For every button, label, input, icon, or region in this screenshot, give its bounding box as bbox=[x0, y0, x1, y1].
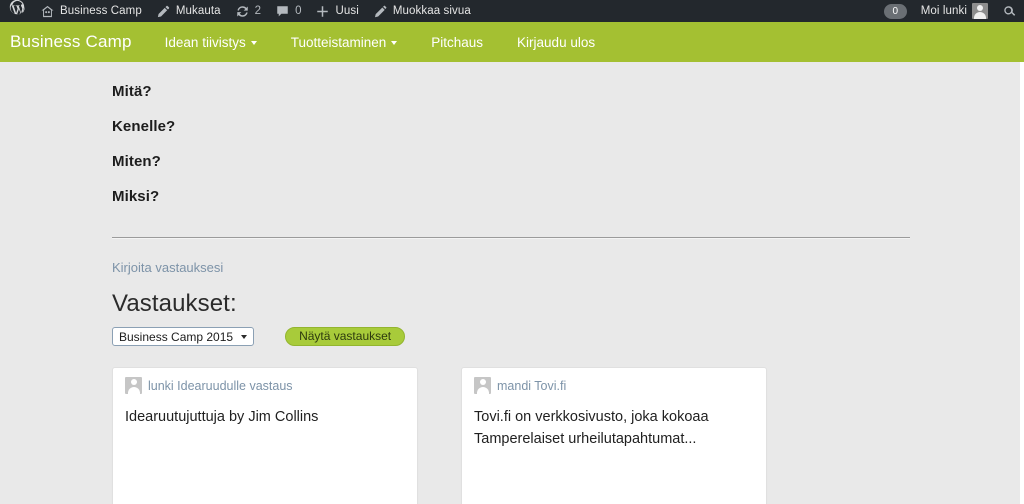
question-kenelle: Kenelle? bbox=[112, 118, 176, 135]
admin-bar-comments[interactable]: 0 bbox=[268, 0, 308, 22]
content-inner: Mitä? Kenelle? Miten? Miksi? Kirjoita va… bbox=[0, 62, 1020, 504]
admin-bar-notifications[interactable]: 0 bbox=[877, 0, 914, 22]
answer-body: Tovi.fi on verkkosivusto, joka kokoaa Ta… bbox=[474, 409, 709, 447]
question-miksi: Miksi? bbox=[112, 188, 160, 205]
write-answer-link[interactable]: Kirjoita vastauksesi bbox=[112, 260, 223, 275]
dashboard-icon bbox=[40, 4, 55, 19]
section-divider bbox=[112, 237, 910, 239]
chevron-down-icon bbox=[241, 334, 248, 339]
scroll-gutter bbox=[1020, 62, 1024, 504]
nav-item-idean-tiivistys[interactable]: Idean tiivistys bbox=[148, 35, 274, 50]
admin-bar-my-account[interactable]: Moi lunki bbox=[914, 0, 995, 22]
answers-list: lunki Idearuudulle vastaus Idearuutujutt… bbox=[112, 367, 1020, 504]
admin-bar-new-content[interactable]: Uusi bbox=[308, 0, 365, 22]
page-root: Business Camp Mukauta 2 0 Uusi Muokkaa s… bbox=[0, 0, 1024, 504]
wp-admin-bar: Business Camp Mukauta 2 0 Uusi Muokkaa s… bbox=[0, 0, 1024, 22]
edit-pencil-icon bbox=[373, 4, 388, 19]
question-miten: Miten? bbox=[112, 153, 161, 170]
answer-author-link[interactable]: mandi Tovi.fi bbox=[497, 379, 566, 393]
notifications-count: 0 bbox=[883, 3, 907, 19]
admin-bar-site-name[interactable]: Business Camp bbox=[33, 0, 149, 22]
answer-card[interactable]: lunki Idearuudulle vastaus Idearuutujutt… bbox=[112, 367, 418, 504]
admin-bar-search[interactable] bbox=[995, 0, 1024, 22]
edit-page-label: Muokkaa sivua bbox=[392, 5, 471, 17]
admin-bar-updates[interactable]: 2 bbox=[228, 0, 268, 22]
nav-item-tuotteistaminen[interactable]: Tuotteistaminen bbox=[274, 35, 415, 50]
avatar bbox=[972, 3, 988, 19]
site-brand-link[interactable]: Business Camp bbox=[0, 32, 148, 52]
plus-icon bbox=[315, 4, 330, 19]
show-answers-button[interactable]: Näytä vastaukset bbox=[285, 327, 406, 346]
new-content-label: Uusi bbox=[335, 5, 359, 17]
answer-card[interactable]: mandi Tovi.fi Tovi.fi on verkkosivusto, … bbox=[461, 367, 767, 504]
comments-count: 0 bbox=[295, 5, 302, 17]
wordpress-logo-icon bbox=[9, 0, 25, 23]
admin-bar-left-group: Business Camp Mukauta 2 0 Uusi Muokkaa s… bbox=[0, 0, 478, 22]
nav-item-label: Idean tiivistys bbox=[164, 34, 246, 50]
nav-item-label: Pitchaus bbox=[431, 34, 484, 50]
admin-bar-edit-page[interactable]: Muokkaa sivua bbox=[366, 0, 478, 22]
wordpress-logo-menu[interactable] bbox=[0, 0, 33, 22]
howdy-label: Moi lunki bbox=[920, 5, 967, 17]
camp-select[interactable]: Business Camp 2015 bbox=[112, 327, 255, 346]
nav-item-kirjaudu-ulos[interactable]: Kirjaudu ulos bbox=[500, 35, 612, 50]
answer-card-header: mandi Tovi.fi bbox=[474, 377, 754, 394]
avatar bbox=[474, 377, 491, 394]
admin-bar-customize[interactable]: Mukauta bbox=[149, 0, 228, 22]
camp-select-value: Business Camp 2015 bbox=[119, 329, 234, 344]
primary-menu: Idean tiivistys Tuotteistaminen Pitchaus… bbox=[148, 35, 612, 50]
answer-author-link[interactable]: lunki Idearuudulle vastaus bbox=[148, 379, 293, 393]
site-name-label: Business Camp bbox=[60, 5, 142, 17]
updates-count: 2 bbox=[254, 5, 262, 17]
site-navigation-bar: Business Camp Idean tiivistys Tuotteista… bbox=[0, 22, 1024, 62]
admin-bar-right-group: 0 Moi lunki bbox=[877, 0, 1024, 22]
search-icon bbox=[1002, 4, 1017, 19]
page-title: Vastaukset: bbox=[112, 290, 237, 317]
answer-body: Idearuutujuttuja by Jim Collins bbox=[125, 409, 319, 425]
nav-item-pitchaus[interactable]: Pitchaus bbox=[414, 35, 500, 50]
pencil-icon bbox=[156, 4, 171, 19]
chevron-down-icon bbox=[250, 41, 257, 45]
answer-card-header: lunki Idearuudulle vastaus bbox=[125, 377, 405, 394]
nav-item-label: Tuotteistaminen bbox=[290, 34, 387, 50]
main-content: Mitä? Kenelle? Miten? Miksi? Kirjoita va… bbox=[0, 62, 1020, 504]
nav-item-label: Kirjaudu ulos bbox=[517, 34, 596, 50]
comment-bubble-icon bbox=[275, 4, 290, 19]
customize-label: Mukauta bbox=[175, 5, 221, 17]
chevron-down-icon bbox=[391, 41, 398, 45]
results-controls: Business Camp 2015 Näytä vastaukset bbox=[112, 327, 1020, 346]
question-mita: Mitä? bbox=[112, 83, 152, 100]
updates-icon bbox=[235, 4, 250, 19]
avatar bbox=[125, 377, 142, 394]
